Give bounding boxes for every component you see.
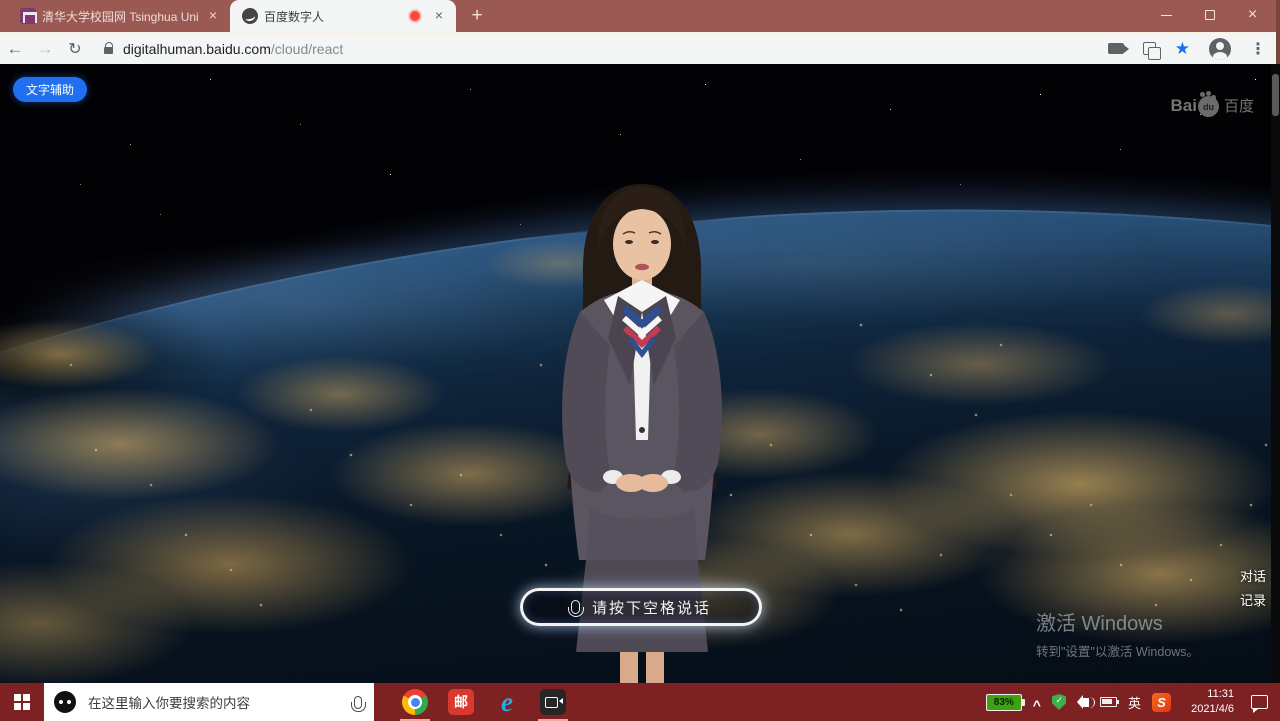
video-camera-icon[interactable] [1108,43,1124,54]
mail-taskbar-button[interactable]: 邮 [438,683,484,721]
scrollbar-thumb[interactable] [1272,74,1279,116]
globe-favicon [242,8,258,24]
ie-taskbar-button[interactable]: e [484,683,530,721]
screen: 清华大学校园网 Tsinghua Univ × 百度数字人 × + × ← → … [0,0,1280,721]
close-button[interactable]: × [1231,0,1274,30]
translate-icon[interactable] [1143,42,1156,55]
record-label: 记录 [1236,589,1270,613]
url-path: /cloud/react [271,41,343,57]
action-center-icon[interactable] [1251,695,1268,709]
tray-overflow-chevron-icon[interactable]: ^ [1033,698,1041,712]
windows-logo-icon [14,694,30,710]
tab-title: 清华大学校园网 Tsinghua Univ [42,8,198,25]
system-tray: 83% ^ 英 S 11:31 2021/4/6 [986,687,1280,718]
tab-close-icon[interactable]: × [204,7,222,25]
page-scrollbar[interactable] [1271,64,1280,683]
chrome-taskbar-button[interactable] [392,683,438,721]
back-button[interactable]: ← [0,39,30,59]
mail-icon: 邮 [448,689,474,715]
tab-close-icon[interactable]: × [430,7,448,25]
tab-title: 百度数字人 [264,8,404,25]
page-viewport: 文字辅助 Bai du 百度 请按下空格说话 对话 记录 激活 Windows … [0,64,1280,683]
tab-tsinghua[interactable]: 清华大学校园网 Tsinghua Univ × [8,0,230,32]
defender-shield-icon[interactable] [1052,694,1066,710]
voice-input-bar[interactable]: 请按下空格说话 [520,588,762,626]
windows-taskbar: 在这里输入你要搜索的内容 邮 e 83% ^ 英 S [0,683,1280,721]
language-indicator[interactable]: 英 [1128,693,1141,712]
internet-explorer-icon: e [501,689,513,716]
battery-icon[interactable] [1100,697,1117,707]
pinned-apps: 邮 e [392,683,576,721]
tab-baidu-digital-human[interactable]: 百度数字人 × [230,0,456,32]
minimize-icon [1161,15,1172,16]
cortana-icon [54,691,76,713]
new-tab-button[interactable]: + [462,2,492,32]
search-placeholder: 在这里输入你要搜索的内容 [88,692,250,712]
window-controls: × [1145,0,1274,30]
baidu-logo-text: Bai [1171,96,1197,116]
camera-taskbar-button[interactable] [530,683,576,721]
dialog-label: 对话 [1236,565,1270,589]
activate-windows-watermark: 激活 Windows 转到"设置"以激活 Windows。 [1036,607,1199,660]
taskbar-clock[interactable]: 11:31 2021/4/6 [1182,687,1234,718]
recording-indicator-icon [410,11,420,21]
minimize-button[interactable] [1145,0,1188,30]
browser-titlebar: 清华大学校园网 Tsinghua Univ × 百度数字人 × + × [0,0,1280,32]
lock-icon [104,47,113,54]
tsinghua-favicon [20,8,36,24]
profile-avatar[interactable] [1209,38,1231,60]
baidu-paw-icon: du [1198,96,1219,117]
city-light-dots [0,64,2,66]
chrome-icon [402,689,428,715]
maximize-button[interactable] [1188,0,1231,30]
refresh-button[interactable]: ↻ [60,39,90,59]
start-button[interactable] [0,683,44,721]
search-mic-icon[interactable] [354,696,362,709]
address-bar[interactable]: digitalhuman.baidu.com/cloud/react [123,41,343,57]
restore-icon [1205,10,1215,20]
window-edge [1276,0,1280,64]
voice-hint-text: 请按下空格说话 [592,597,711,618]
camera-app-icon [540,689,566,715]
bookmark-star-icon[interactable]: ★ [1175,40,1190,57]
time-text: 11:31 [1182,687,1234,702]
toolbar-actions: ★ ⋮ [1108,38,1280,60]
text-assist-button[interactable]: 文字辅助 [13,77,87,102]
date-text: 2021/4/6 [1182,702,1234,717]
url-domain: digitalhuman.baidu.com [123,41,271,57]
browser-toolbar: ← → ↻ digitalhuman.baidu.com/cloud/react… [0,32,1280,64]
microphone-icon [571,600,580,614]
battery-indicator[interactable]: 83% [986,694,1022,711]
volume-icon[interactable] [1083,698,1089,707]
baidu-logo: Bai du 百度 [1171,94,1254,117]
forward-button[interactable]: → [30,39,60,59]
browser-menu-icon[interactable]: ⋮ [1250,39,1266,59]
dialog-record-tab[interactable]: 对话 记录 [1236,565,1270,613]
baidu-logo-cn: 百度 [1224,95,1254,116]
taskbar-search-box[interactable]: 在这里输入你要搜索的内容 [44,683,374,721]
sogou-ime-icon[interactable]: S [1152,693,1171,712]
